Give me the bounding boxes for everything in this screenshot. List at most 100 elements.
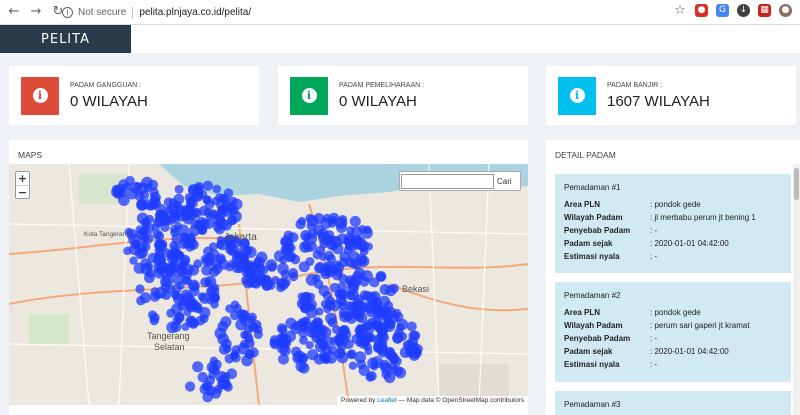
flood-marker[interactable] <box>210 387 222 399</box>
scrollbar[interactable] <box>793 164 800 415</box>
flood-marker[interactable] <box>297 354 308 364</box>
flood-marker[interactable] <box>255 251 268 264</box>
flood-marker[interactable] <box>140 218 149 227</box>
flood-marker[interactable] <box>379 359 390 371</box>
flood-marker[interactable] <box>273 250 286 262</box>
flood-marker[interactable] <box>376 330 388 342</box>
flood-marker[interactable] <box>155 238 166 249</box>
flood-marker[interactable] <box>277 340 286 349</box>
flood-marker[interactable] <box>235 318 247 331</box>
flood-marker[interactable] <box>187 195 197 205</box>
flood-marker[interactable] <box>188 184 200 197</box>
translate-extension-icon[interactable]: G <box>716 4 729 17</box>
flood-marker[interactable] <box>229 351 239 360</box>
flood-marker[interactable] <box>208 363 219 374</box>
flood-marker[interactable] <box>226 368 238 380</box>
flood-marker[interactable] <box>320 299 330 309</box>
flood-marker[interactable] <box>311 334 321 343</box>
flood-marker[interactable] <box>332 242 344 255</box>
flood-marker[interactable] <box>191 208 200 217</box>
flood-marker[interactable] <box>371 297 382 308</box>
flood-marker[interactable] <box>252 319 262 330</box>
flood-marker[interactable] <box>190 218 200 229</box>
flood-marker[interactable] <box>330 336 340 346</box>
adblock-extension-icon[interactable]: ● <box>695 4 708 17</box>
flood-marker[interactable] <box>379 283 391 296</box>
flood-marker[interactable] <box>171 233 184 245</box>
flood-marker[interactable] <box>130 239 141 250</box>
flood-marker[interactable] <box>186 315 196 325</box>
flood-marker[interactable] <box>178 261 188 270</box>
flood-marker[interactable] <box>149 191 161 204</box>
flood-marker[interactable] <box>136 229 147 240</box>
flood-marker[interactable] <box>319 252 328 262</box>
flood-marker[interactable] <box>355 237 364 246</box>
flood-marker[interactable] <box>220 316 232 328</box>
flood-marker[interactable] <box>296 297 309 310</box>
flood-marker[interactable] <box>204 199 215 210</box>
flood-marker[interactable] <box>317 324 328 336</box>
flood-marker[interactable] <box>349 305 360 315</box>
flood-marker[interactable] <box>406 321 417 332</box>
leaflet-link[interactable]: Leaflet <box>377 397 397 404</box>
flood-marker[interactable] <box>313 279 324 289</box>
flood-marker[interactable] <box>193 259 203 269</box>
flood-marker[interactable] <box>278 353 289 365</box>
flood-marker[interactable] <box>141 176 153 189</box>
map-search-input[interactable] <box>401 173 494 189</box>
flood-marker[interactable] <box>211 263 223 275</box>
flood-marker[interactable] <box>235 250 245 260</box>
flood-marker[interactable] <box>313 224 325 236</box>
flood-marker[interactable] <box>349 215 361 227</box>
flood-marker[interactable] <box>210 210 219 220</box>
flood-marker[interactable] <box>134 247 146 260</box>
flood-marker[interactable] <box>361 336 371 345</box>
zoom-in-button[interactable]: + <box>16 172 29 185</box>
flood-marker[interactable] <box>167 251 178 262</box>
search-button[interactable]: Cari <box>497 176 512 186</box>
flood-marker[interactable] <box>139 292 151 304</box>
flood-marker[interactable] <box>344 232 356 244</box>
download-extension-icon[interactable]: ↓ <box>737 4 750 17</box>
flood-marker[interactable] <box>261 281 272 292</box>
flood-marker[interactable] <box>227 196 238 207</box>
flood-marker[interactable] <box>184 301 194 311</box>
flood-marker[interactable] <box>174 184 184 194</box>
flood-marker[interactable] <box>313 353 325 365</box>
flood-marker[interactable] <box>348 279 360 291</box>
flood-marker[interactable] <box>165 267 176 278</box>
flood-marker[interactable] <box>223 382 233 392</box>
flood-marker[interactable] <box>186 233 196 243</box>
flood-marker[interactable] <box>336 348 346 358</box>
flood-marker[interactable] <box>242 330 252 341</box>
flood-marker[interactable] <box>214 327 227 340</box>
flood-marker[interactable] <box>348 361 358 370</box>
flood-marker[interactable] <box>244 246 257 259</box>
flood-marker[interactable] <box>290 322 303 335</box>
flood-marker[interactable] <box>364 347 373 356</box>
scrollbar-thumb[interactable] <box>794 168 799 200</box>
grid-extension-icon[interactable]: ▦ <box>758 4 771 17</box>
flood-marker[interactable] <box>305 341 314 350</box>
zoom-out-button[interactable]: − <box>16 185 29 199</box>
flood-marker[interactable] <box>283 230 294 241</box>
flood-marker[interactable] <box>355 324 368 336</box>
flood-marker[interactable] <box>126 187 139 200</box>
brand-logo[interactable]: PELITA <box>0 25 131 53</box>
flood-marker[interactable] <box>305 306 318 319</box>
flood-marker[interactable] <box>229 310 240 321</box>
flood-marker[interactable] <box>204 252 216 264</box>
flood-marker[interactable] <box>281 277 291 288</box>
flood-marker[interactable] <box>212 184 222 194</box>
flood-marker[interactable] <box>381 369 392 380</box>
flood-marker[interactable] <box>353 267 366 280</box>
flood-marker[interactable] <box>174 222 183 231</box>
flood-marker[interactable] <box>192 361 204 373</box>
profile-avatar-icon[interactable]: ● <box>779 4 792 17</box>
flood-marker[interactable] <box>241 275 250 285</box>
back-icon[interactable]: ← <box>6 4 22 20</box>
flood-marker[interactable] <box>160 282 171 293</box>
flood-marker[interactable] <box>223 207 233 217</box>
flood-marker[interactable] <box>199 220 208 229</box>
bookmark-star-icon[interactable]: ☆ <box>673 4 687 17</box>
